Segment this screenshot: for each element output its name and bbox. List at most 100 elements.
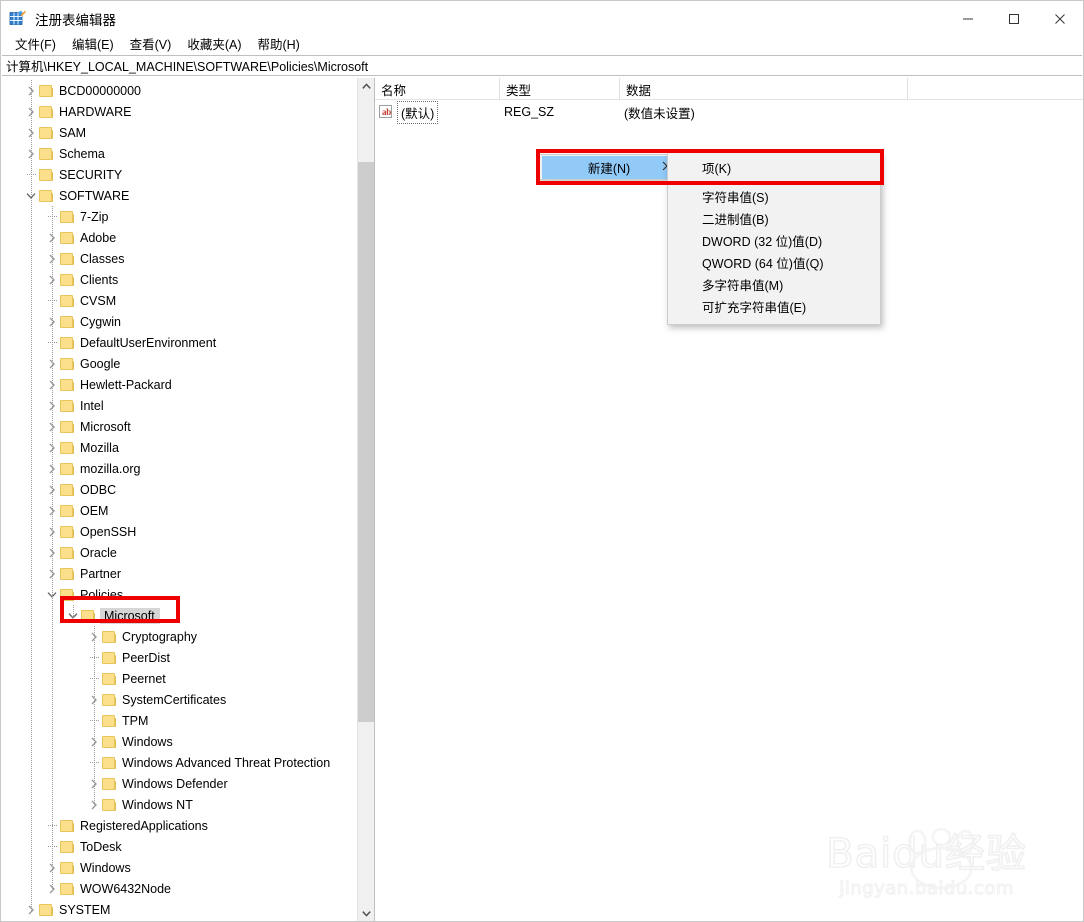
tree-node[interactable]: Cygwin [1,311,357,332]
tree-node[interactable]: Windows [1,857,357,878]
tree-indent-spacer [1,437,44,458]
context-menu-item[interactable]: 多字符串值(M) [668,273,880,295]
table-row[interactable]: ab (默认) REG_SZ (数值未设置) [375,100,1083,124]
folder-icon [39,903,54,916]
tree-node-label: Schema [59,146,105,161]
menu-file[interactable]: 文件(F) [7,32,64,55]
tree-node[interactable]: DefaultUserEnvironment [1,332,357,353]
column-header-type[interactable]: 类型 [500,78,620,100]
tree-node[interactable]: Peernet [1,668,357,689]
scroll-up-arrow-icon[interactable] [358,78,374,95]
tree-node-label: SAM [59,125,87,140]
context-menu-item[interactable]: 字符串值(S) [668,185,880,207]
tree-node[interactable]: OEM [1,500,357,521]
tree-indent-spacer [1,857,44,878]
tree-node-label: Intel [80,398,104,413]
tree-node[interactable]: Windows Advanced Threat Protection [1,752,357,773]
tree-indent-spacer [1,143,23,164]
tree-indent-spacer [1,206,44,227]
tree-node[interactable]: Google [1,353,357,374]
column-header-name[interactable]: 名称 [375,78,500,100]
tree-node[interactable]: Mozilla [1,437,357,458]
tree-node[interactable]: OpenSSH [1,521,357,542]
tree-node[interactable]: SECURITY [1,164,357,185]
tree-indent-spacer [1,122,23,143]
column-header-data[interactable]: 数据 [620,78,908,100]
tree-node-label: Microsoft [100,607,160,624]
tree-indent-spacer [1,269,44,290]
folder-icon [102,777,117,790]
value-data-cell: (数值未设置) [624,106,695,121]
tree-node[interactable]: Microsoft [1,605,357,626]
tree-node[interactable]: Oracle [1,542,357,563]
tree-node[interactable]: SOFTWARE [1,185,357,206]
menu-edit[interactable]: 编辑(E) [64,32,122,55]
tree-node[interactable]: SYSTEM [1,899,357,920]
tree-node[interactable]: WOW6432Node [1,878,357,899]
tree-node[interactable]: Windows NT [1,794,357,815]
tree-node[interactable]: SAM [1,122,357,143]
folder-icon [60,483,75,496]
folder-icon [60,399,75,412]
context-menu-item-new-label: 新建(N) [587,162,631,176]
tree-node-label: Cryptography [122,629,198,644]
address-bar[interactable]: 计算机\HKEY_LOCAL_MACHINE\SOFTWARE\Policies… [2,55,1082,76]
tree-node[interactable]: Microsoft [1,416,357,437]
registry-editor-window: 注册表编辑器 文件(F) 编辑(E) 查看(V) 收藏夹(A) 帮助(H) 计算… [0,0,1084,922]
tree-connector-line [73,605,74,618]
tree-node[interactable]: Adobe [1,227,357,248]
value-name-cell[interactable]: ab (默认) [379,100,439,124]
context-menu-item[interactable]: QWORD (64 位)值(Q) [668,251,880,273]
tree-indent-spacer [1,185,23,206]
tree-node[interactable]: Intel [1,395,357,416]
tree-node[interactable]: Partner [1,563,357,584]
tree-node[interactable]: Hewlett-Packard [1,374,357,395]
context-menu-item[interactable]: DWORD (32 位)值(D) [668,229,880,251]
tree-node-label: Peernet [122,671,166,686]
tree-node[interactable]: CVSM [1,290,357,311]
tree-scrollbar[interactable] [357,78,374,921]
tree-node[interactable]: Clients [1,269,357,290]
tree-node-label: ODBC [80,482,117,497]
tree-indent-spacer [1,773,86,794]
menu-favorites[interactable]: 收藏夹(A) [179,32,249,55]
tree-node[interactable]: PeerDist [1,647,357,668]
tree-indent-spacer [1,353,44,374]
tree-node[interactable]: TPM [1,710,357,731]
tree-connector-line [31,80,32,912]
tree-node[interactable]: HARDWARE [1,101,357,122]
tree-node-label: HARDWARE [59,104,132,119]
scroll-down-arrow-icon[interactable] [358,905,374,921]
folder-icon [39,105,54,118]
menu-view[interactable]: 查看(V) [122,32,180,55]
tree-node[interactable]: Cryptography [1,626,357,647]
context-menu-item[interactable]: 二进制值(B) [668,207,880,229]
tree-node[interactable]: BCD00000000 [1,80,357,101]
tree-indent-spacer [1,815,44,836]
tree-node[interactable]: mozilla.org [1,458,357,479]
context-menu-item[interactable]: 可扩充字符串值(E) [668,295,880,317]
folder-icon [39,168,54,181]
tree-node[interactable]: ODBC [1,479,357,500]
registry-tree-pane: BCD00000000 HARDWARE SAM Schema SECURITY SOFT… [1,78,375,921]
tree-node[interactable]: Schema [1,143,357,164]
menu-help[interactable]: 帮助(H) [249,32,307,55]
context-menu-separator [672,181,878,182]
context-menu-item-new[interactable]: 新建(N) [542,156,676,179]
tree-node[interactable]: RegisteredApplications [1,815,357,836]
tree-node[interactable]: ToDesk [1,836,357,857]
tree-node[interactable]: Windows [1,731,357,752]
folder-icon [60,273,75,286]
tree-node[interactable]: 7-Zip [1,206,357,227]
tree-node[interactable]: SystemCertificates [1,689,357,710]
context-menu-item[interactable]: 项(K) [668,156,880,178]
folder-icon [60,231,75,244]
tree-indent-spacer [1,626,86,647]
tree-node[interactable]: Policies [1,584,357,605]
folder-icon [60,525,75,538]
tree-node[interactable]: Windows Defender [1,773,357,794]
tree-indent-spacer [1,80,23,101]
tree-scrollbar-thumb[interactable] [358,162,374,722]
registry-tree: BCD00000000 HARDWARE SAM Schema SECURITY SOFT… [1,78,357,921]
tree-node[interactable]: Classes [1,248,357,269]
